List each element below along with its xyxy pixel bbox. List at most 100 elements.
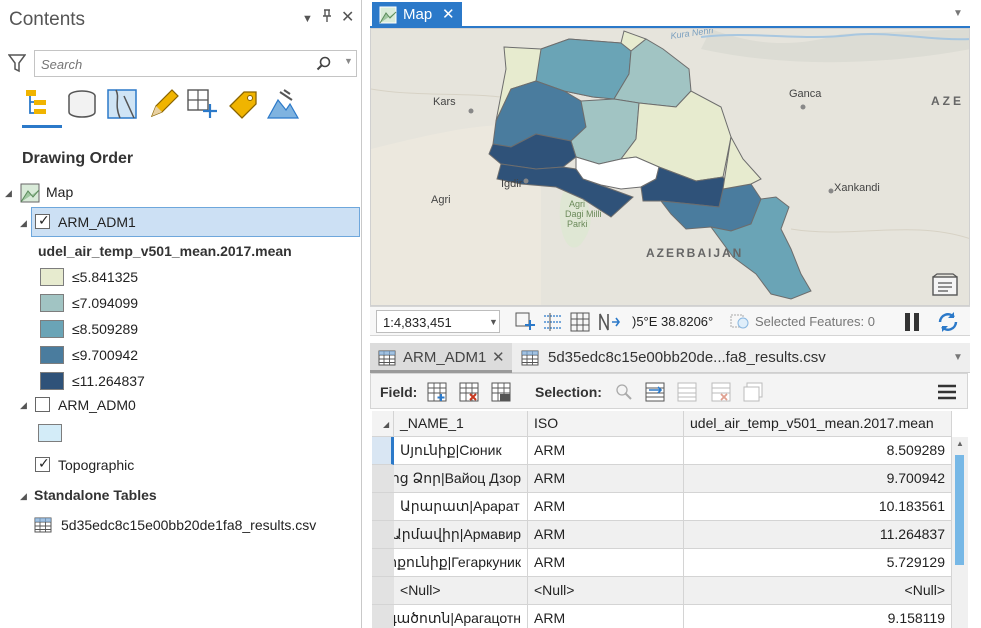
list-by-perspective-imagery-icon[interactable] <box>266 88 300 120</box>
cell-name[interactable]: Գեղարքունիք|Гегаркуник <box>394 549 528 577</box>
pin-icon[interactable] <box>321 9 333 26</box>
row-selector[interactable] <box>372 521 394 549</box>
vertical-scrollbar[interactable]: ▲ <box>952 437 968 628</box>
search-options-chevron-icon[interactable]: ▼ <box>344 56 353 66</box>
cell-name[interactable]: <Null> <box>394 577 528 605</box>
list-by-labeling-icon[interactable] <box>226 88 257 120</box>
cell-temperature[interactable]: 8.509289 <box>684 437 952 465</box>
cell-temperature[interactable]: 5.729129 <box>684 549 952 577</box>
collapse-arm-adm0-arrow-icon[interactable]: ◢ <box>20 400 27 411</box>
arm-adm0-visibility-checkbox[interactable] <box>35 397 50 412</box>
column-header-temperature[interactable]: udel_air_temp_v501_mean.2017.mean <box>684 411 952 437</box>
close-arm-adm1-tab-icon[interactable]: ✕ <box>492 348 505 366</box>
collapse-arm-adm1-arrow-icon[interactable]: ◢ <box>20 218 27 229</box>
cell-iso[interactable]: ARM <box>528 549 684 577</box>
tab-arm-adm1-table[interactable]: ARM_ADM1 ✕ <box>370 343 512 373</box>
scale-selector[interactable]: 1:4,833,451 ▼ <box>376 310 500 333</box>
table-toolbar: Field: Selection: <box>370 373 968 409</box>
legend-swatch[interactable] <box>40 268 64 286</box>
list-by-snapping-icon[interactable] <box>186 88 217 120</box>
add-to-map-icon[interactable] <box>515 312 537 335</box>
tables-chevron-down-icon[interactable]: ▼ <box>953 352 963 363</box>
map-node-label[interactable]: Map <box>46 184 73 200</box>
search-icon[interactable] <box>316 56 332 75</box>
switch-selection-icon[interactable] <box>645 382 665 405</box>
cell-temperature[interactable]: <Null> <box>684 577 952 605</box>
cell-iso[interactable]: ARM <box>528 521 684 549</box>
list-by-data-source-icon[interactable] <box>66 88 96 120</box>
add-field-icon[interactable] <box>427 382 447 405</box>
grid-lines-icon[interactable] <box>542 312 564 335</box>
delete-selected-icon[interactable] <box>711 382 731 405</box>
cell-temperature[interactable]: 11.264837 <box>684 521 952 549</box>
cell-temperature[interactable]: 9.700942 <box>684 465 952 493</box>
list-by-editing-icon[interactable] <box>146 88 179 120</box>
collapse-map-arrow-icon[interactable]: ◢ <box>5 188 12 199</box>
cell-name[interactable]: Արարատ|Арарат <box>394 493 528 521</box>
row-selector[interactable] <box>372 437 394 465</box>
scale-chevron-down-icon[interactable]: ▼ <box>489 317 498 327</box>
close-map-tab-icon[interactable]: ✕ <box>442 5 455 23</box>
legend-class-label: ≤7.094099 <box>72 295 139 311</box>
collapse-standalone-tables-arrow-icon[interactable]: ◢ <box>20 491 27 502</box>
legend-swatch[interactable] <box>40 294 64 312</box>
cell-name[interactable]: Արմավիր|Армавир <box>394 521 528 549</box>
grid-icon[interactable] <box>570 312 590 335</box>
row-selector[interactable] <box>372 549 394 577</box>
cell-iso[interactable]: ARM <box>528 605 684 628</box>
cell-temperature[interactable]: 10.183561 <box>684 493 952 521</box>
arm-adm0-label[interactable]: ARM_ADM0 <box>58 397 136 413</box>
cell-name[interactable]: Սյունիք|Сюник <box>394 437 528 465</box>
map-views-chevron-icon[interactable]: ▼ <box>953 8 963 19</box>
arm-adm1-visibility-checkbox[interactable]: ✓ <box>35 212 50 229</box>
map-view-tab[interactable]: Map ✕ <box>372 2 462 27</box>
aze-label: AZE <box>931 94 964 108</box>
legend-swatch[interactable] <box>40 346 64 364</box>
pause-drawing-icon[interactable] <box>902 311 922 333</box>
cell-iso[interactable]: ARM <box>528 465 684 493</box>
map-canvas[interactable]: Kura Nehri Ganca AZE Kars Igdir Agri Agr… <box>370 28 970 306</box>
arm-adm1-label[interactable]: ARM_ADM1 <box>58 214 136 230</box>
row-selector[interactable] <box>372 493 394 521</box>
row-selector[interactable] <box>372 577 394 605</box>
cell-iso[interactable]: <Null> <box>528 577 684 605</box>
scrollbar-thumb[interactable] <box>955 455 964 565</box>
close-pane-icon[interactable]: ✕ <box>341 7 354 27</box>
legend-swatch[interactable] <box>40 320 64 338</box>
cell-iso[interactable]: ARM <box>528 493 684 521</box>
copy-selected-icon[interactable] <box>743 382 763 405</box>
header-row-selector[interactable]: ◢ <box>372 411 394 437</box>
row-selector[interactable] <box>372 605 394 628</box>
csv-table-label[interactable]: 5d35edc8c15e00bb20de1fa8_results.csv <box>61 517 316 533</box>
topographic-label[interactable]: Topographic <box>58 457 134 473</box>
column-header-iso[interactable]: ISO <box>528 411 684 437</box>
scroll-up-arrow-icon[interactable]: ▲ <box>956 439 964 448</box>
filter-icon[interactable] <box>7 53 27 76</box>
topographic-visibility-checkbox[interactable]: ✓ <box>35 455 50 472</box>
calculate-field-icon[interactable] <box>491 382 511 405</box>
tab-csv-table[interactable]: 5d35edc8c15e00bb20de...fa8_results.csv <box>548 349 826 366</box>
list-by-selection-icon[interactable] <box>106 88 137 120</box>
cell-iso[interactable]: ARM <box>528 437 684 465</box>
map-drawing[interactable]: Kura Nehri Ganca AZE Kars Igdir Agri Agr… <box>371 29 970 306</box>
cell-temperature[interactable]: 9.158119 <box>684 605 952 628</box>
table-menu-icon[interactable] <box>937 383 957 404</box>
clear-selection-icon[interactable] <box>677 382 697 405</box>
list-by-drawing-order-icon[interactable] <box>24 88 54 120</box>
standalone-tables-label[interactable]: Standalone Tables <box>34 487 157 503</box>
agri-label: Agri <box>431 194 451 206</box>
arm-adm0-symbol-swatch[interactable] <box>38 424 62 442</box>
pane-options-icon[interactable]: ▼ <box>302 13 313 25</box>
delete-field-icon[interactable] <box>459 382 479 405</box>
refresh-icon[interactable] <box>936 310 960 337</box>
search-input[interactable] <box>41 55 301 73</box>
selected-features-icon[interactable] <box>730 312 752 335</box>
bookmarks-icon[interactable] <box>931 273 959 300</box>
cell-name[interactable]: Արագածոտն|Арагацотн <box>394 605 528 628</box>
select-by-attributes-icon[interactable] <box>613 382 633 405</box>
cell-name[interactable]: Վայոց Ձոր|Вайоц Дзор <box>394 465 528 493</box>
row-selector[interactable] <box>372 465 394 493</box>
north-arrow-icon[interactable] <box>598 312 620 335</box>
column-header-name[interactable]: _NAME_1 <box>394 411 528 437</box>
legend-swatch[interactable] <box>40 372 64 390</box>
